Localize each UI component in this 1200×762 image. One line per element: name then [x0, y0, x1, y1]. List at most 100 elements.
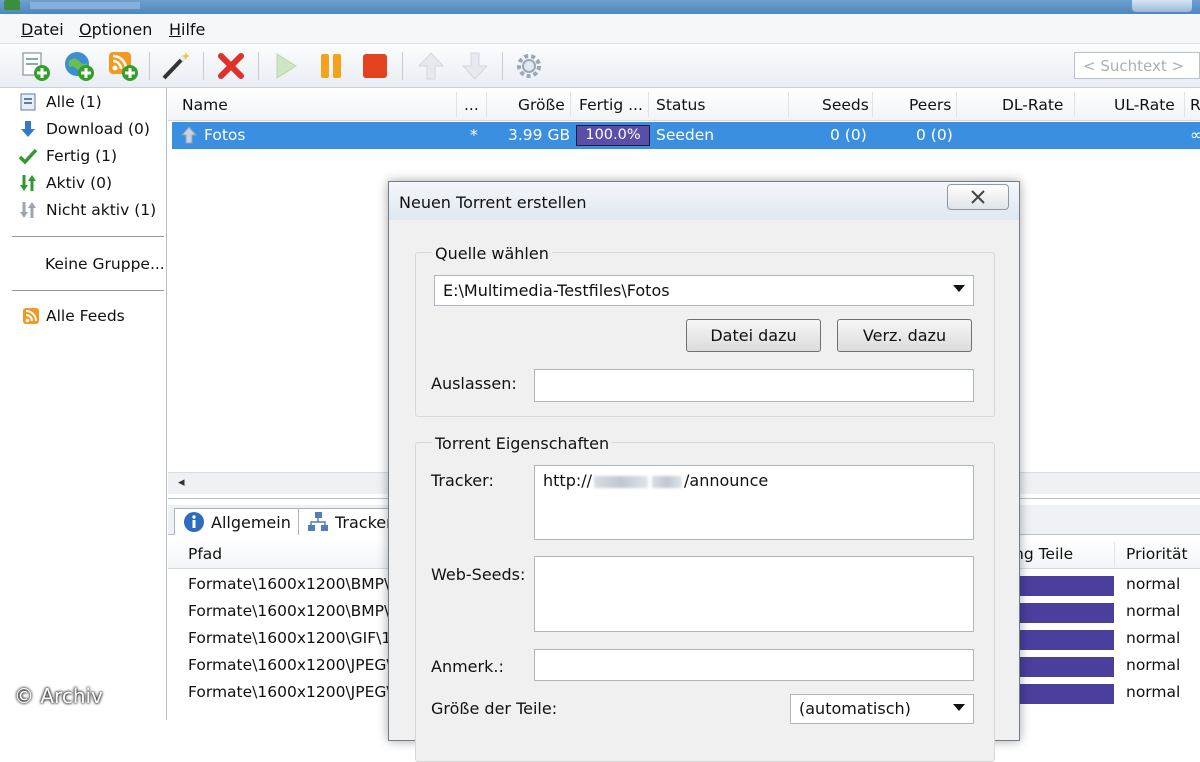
add-rss-icon[interactable] [106, 49, 140, 83]
create-torrent-dialog: Neuen Torrent erstellen Quelle wählen E:… [388, 181, 1020, 762]
tracker-input[interactable]: http:// /announce [534, 465, 974, 540]
move-down-icon[interactable] [458, 49, 492, 83]
webseeds-input[interactable] [534, 556, 974, 632]
network-icon [308, 512, 328, 531]
tab-tracker[interactable]: Tracker [298, 508, 402, 535]
rss-feed-icon [23, 308, 39, 324]
window-titlebar [0, 0, 1200, 14]
tracker-suffix: /announce [684, 471, 769, 490]
file-pieces-bar [1014, 603, 1114, 623]
comment-input[interactable] [534, 649, 974, 681]
torrent-size: 3.99 GB [508, 126, 571, 144]
file-priority: normal [1126, 602, 1181, 620]
download-arrow-icon [21, 121, 35, 137]
webseeds-label: Web-Seeds: [431, 565, 526, 584]
column-pieces[interactable]: ng Teile [1014, 545, 1073, 563]
move-up-icon[interactable] [414, 49, 448, 83]
file-path: Formate\1600x1200\JPEG\2 [188, 656, 402, 674]
torrent-peers: 0 (0) [916, 126, 953, 144]
sidebar-item-inactive[interactable]: Nicht aktiv (1) [18, 199, 156, 221]
menu-optionen[interactable]: Optionen [79, 20, 152, 39]
add-url-icon[interactable] [62, 49, 96, 83]
column-priority[interactable]: Priorität [1126, 545, 1188, 563]
exclude-input[interactable] [534, 369, 974, 402]
tracker-label: Tracker: [431, 471, 494, 490]
column-divider [956, 92, 957, 117]
close-icon [971, 190, 985, 204]
dialog-close-button[interactable] [947, 184, 1009, 210]
file-priority: normal [1126, 575, 1181, 593]
torrent-status: Seeden [656, 126, 715, 144]
sidebar-item-active[interactable]: Aktiv (0) [18, 172, 112, 194]
seeding-arrow-icon [180, 126, 198, 144]
file-pieces-bar [1014, 576, 1114, 596]
torrent-progress: 100.0% [576, 125, 650, 146]
add-folder-button[interactable]: Verz. dazu [837, 319, 972, 352]
table-row[interactable]: Fotos * 3.99 GB 100.0% Seeden 0 (0) 0 (0… [172, 122, 1200, 149]
add-torrent-icon[interactable] [18, 49, 52, 83]
toolbar: < Suchtext > [0, 44, 1200, 88]
start-icon[interactable] [268, 49, 302, 83]
stop-icon[interactable] [358, 49, 392, 83]
sidebar-item-all-feeds[interactable]: Alle Feeds [22, 305, 125, 327]
file-pieces-bar [1014, 684, 1114, 704]
scroll-left-icon[interactable]: ◂ [178, 475, 185, 490]
sidebar-item-no-group[interactable]: Keine Gruppe... [45, 253, 165, 275]
add-file-button[interactable]: Datei dazu [686, 319, 821, 352]
tab-label: Tracker [335, 512, 393, 532]
sidebar-item-download[interactable]: Download (0) [18, 118, 150, 140]
file-priority: normal [1126, 656, 1181, 674]
tracker-prefix: http:// [543, 471, 593, 490]
search-input[interactable]: < Suchtext > [1074, 52, 1200, 79]
sidebar-item-label: Alle (1) [46, 93, 102, 111]
sidebar-item-label: Keine Gruppe... [45, 255, 165, 273]
redacted-host [594, 475, 649, 488]
torrent-ratio: ∞ [1190, 126, 1200, 144]
sidebar-item-all[interactable]: Alle (1) [18, 91, 102, 113]
menu-hilfe[interactable]: Hilfe [169, 20, 205, 39]
column-seeds[interactable]: Seeds [822, 96, 869, 114]
create-torrent-wand-icon[interactable] [158, 49, 192, 83]
column-done[interactable]: Fertig ... [579, 96, 643, 114]
sidebar-divider [12, 236, 164, 237]
column-dl-rate[interactable]: DL-Rate [1002, 96, 1063, 114]
exclude-label: Auslassen: [431, 374, 517, 393]
column-name[interactable]: Name [182, 96, 228, 114]
file-priority: normal [1126, 629, 1181, 647]
sidebar-item-label: Alle Feeds [46, 307, 125, 325]
file-path: Formate\1600x1200\GIF\16 [188, 629, 402, 647]
column-divider [1184, 92, 1185, 117]
column-hash[interactable]: ... [464, 96, 479, 114]
pause-icon[interactable] [314, 49, 348, 83]
toolbar-separator [402, 52, 403, 80]
source-path-select[interactable]: E:\Multimedia-Testfiles\Fotos [434, 275, 974, 306]
toolbar-separator [203, 52, 204, 80]
column-ul-rate[interactable]: UL-Rate [1114, 96, 1175, 114]
piece-size-label: Größe der Teile: [431, 699, 558, 718]
window-controls[interactable] [1132, 0, 1192, 12]
sidebar-item-label: Download (0) [46, 120, 150, 138]
tab-general[interactable]: Allgemein [174, 508, 300, 535]
column-status[interactable]: Status [656, 96, 705, 114]
column-path[interactable]: Pfad [188, 545, 222, 563]
column-divider [648, 92, 649, 117]
active-arrows-icon [20, 175, 36, 191]
source-group: Quelle wählen E:\Multimedia-Testfiles\Fo… [415, 244, 995, 417]
info-icon [184, 512, 204, 532]
torrent-hash: * [470, 126, 478, 144]
sidebar-item-finished[interactable]: Fertig (1) [18, 145, 117, 167]
column-size[interactable]: Größe [518, 96, 565, 114]
tab-label: Allgemein [211, 512, 291, 532]
toolbar-separator [258, 52, 259, 80]
torrent-list-header: Name ... Größe Fertig ... Status Seeds P… [168, 88, 1200, 121]
copyright-watermark: © Archiv [14, 684, 103, 708]
app-icon [4, 0, 20, 10]
column-ratio[interactable]: R [1190, 96, 1200, 114]
remove-icon[interactable] [214, 49, 248, 83]
chevron-down-icon [953, 704, 965, 711]
redacted-port [652, 475, 683, 488]
column-peers[interactable]: Peers [909, 96, 951, 114]
file-path: Formate\1600x1200\BMP\1 [188, 575, 400, 593]
menu-datei[interactable]: Datei [21, 20, 64, 39]
settings-gear-icon[interactable] [512, 49, 546, 83]
